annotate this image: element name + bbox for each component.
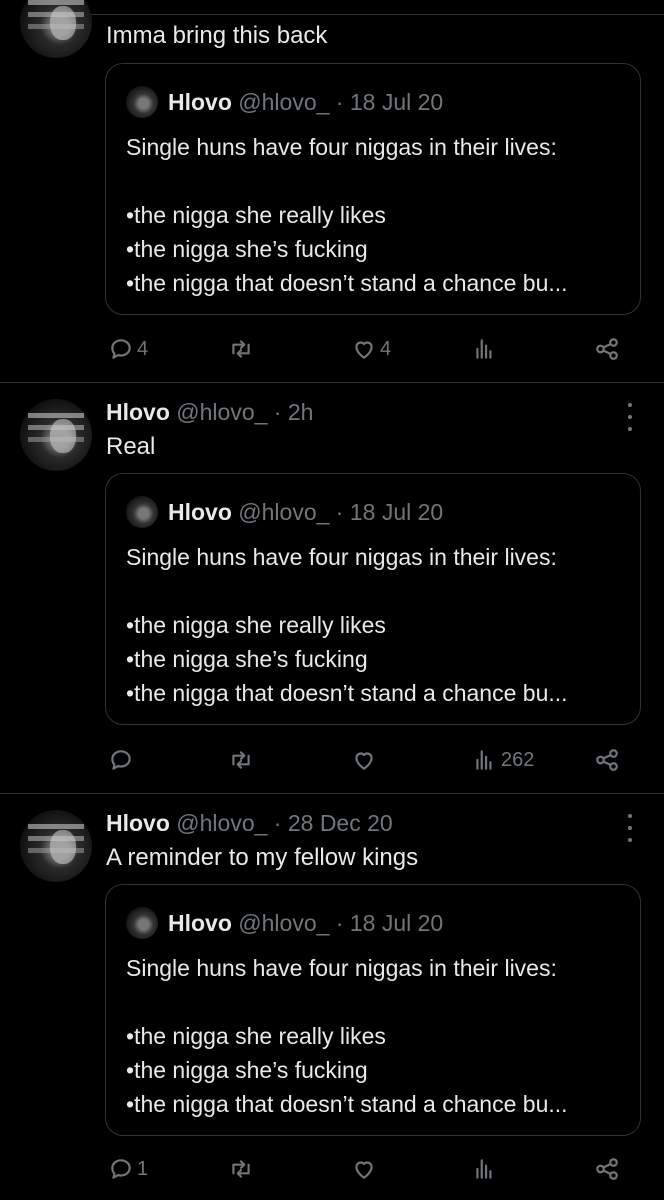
author-name[interactable]: Hlovo [106, 810, 170, 836]
quoted-date: · 18 Jul 20 [335, 88, 444, 115]
reply-button[interactable]: 1 [108, 1152, 148, 1186]
views-icon [476, 750, 492, 770]
quoted-author-name: Hlovo [168, 498, 232, 525]
quoted-header: Hlovo @hlovo_ · 18 Jul 20 [126, 907, 443, 939]
reply-count: 4 [137, 337, 149, 360]
views-icon [476, 1159, 492, 1179]
quoted-tweet[interactable]: Hlovo @hlovo_ · 18 Jul 20 Single huns ha… [105, 473, 641, 725]
timestamp[interactable]: · 2h [274, 399, 314, 425]
retweet-button[interactable] [228, 332, 257, 366]
quoted-date: · 18 Jul 20 [335, 498, 444, 525]
timestamp[interactable]: · 28 Dec 20 [274, 810, 393, 836]
quoted-text: Single huns have four niggas in their li… [126, 955, 568, 1117]
retweet-button[interactable] [228, 1152, 257, 1186]
like-button[interactable]: 4 [351, 332, 391, 366]
quoted-tweet[interactable]: Hlovo @hlovo_ · 18 Jul 20 Single huns ha… [105, 63, 641, 315]
tweet-text: Real [106, 433, 156, 460]
retweet-button[interactable] [228, 743, 257, 777]
avatar[interactable] [20, 399, 92, 471]
heart-icon [355, 752, 373, 770]
tweet[interactable]: Hlovo @hlovo_ · 2h Real Hlovo @hlovo_ · … [0, 383, 664, 793]
retweet-icon [232, 751, 250, 769]
author-name[interactable]: Hlovo [106, 399, 170, 425]
reply-button[interactable]: 4 [108, 332, 148, 366]
retweet-icon [232, 340, 250, 358]
reply-icon [111, 1159, 131, 1179]
quoted-text: Single huns have four niggas in their li… [126, 134, 568, 296]
author-handle[interactable]: @hlovo_ [176, 810, 267, 836]
reply-icon [111, 339, 131, 359]
reply-button[interactable] [108, 743, 137, 777]
views-button[interactable] [472, 1152, 501, 1186]
tweet-header: Hlovo @hlovo_ · 2h [106, 399, 313, 426]
tweet-text: A reminder to my fellow kings [106, 844, 419, 871]
action-bar: 262 [106, 743, 626, 777]
share-icon [596, 749, 618, 771]
share-icon [596, 1158, 618, 1180]
avatar[interactable] [20, 810, 92, 882]
avatar [126, 496, 158, 528]
quoted-text: Single huns have four niggas in their li… [126, 544, 568, 706]
heart-icon [355, 1161, 373, 1179]
views-button[interactable] [472, 332, 501, 366]
quoted-author-name: Hlovo [168, 88, 232, 115]
like-count: 4 [380, 337, 392, 360]
tweet[interactable]: Hlovo @hlovo_ · 28 Dec 20 A reminder to … [0, 794, 664, 1200]
views-count: 262 [501, 748, 535, 771]
quoted-author-handle: @hlovo_ [238, 909, 330, 936]
like-button[interactable] [351, 743, 380, 777]
more-options-button[interactable] [620, 814, 640, 842]
action-bar: 1 [106, 1152, 626, 1186]
retweet-icon [232, 1160, 250, 1178]
tweet-text: Imma bring this back [106, 22, 328, 49]
quoted-author-handle: @hlovo_ [238, 498, 330, 525]
share-button[interactable] [594, 332, 620, 366]
quoted-date: · 18 Jul 20 [335, 909, 444, 936]
views-icon [476, 339, 492, 359]
avatar [126, 907, 158, 939]
share-button[interactable] [594, 1152, 620, 1186]
action-bar: 4 4 [106, 332, 626, 366]
reply-icon [111, 750, 131, 770]
heart-icon [355, 341, 373, 359]
share-icon [596, 338, 618, 360]
avatar [126, 86, 158, 118]
tweet-header: Hlovo @hlovo_ · 28 Dec 20 [106, 810, 393, 837]
share-button[interactable] [594, 743, 620, 777]
like-button[interactable] [351, 1152, 380, 1186]
views-button[interactable]: 262 [472, 743, 534, 777]
more-options-button[interactable] [620, 403, 640, 431]
reply-count: 1 [137, 1157, 149, 1180]
avatar[interactable] [20, 0, 92, 58]
quoted-author-handle: @hlovo_ [238, 88, 330, 115]
quoted-tweet[interactable]: Hlovo @hlovo_ · 18 Jul 20 Single huns ha… [105, 884, 641, 1136]
author-handle[interactable]: @hlovo_ [176, 399, 267, 425]
tweet[interactable]: Imma bring this back Hlovo @hlovo_ · 18 … [0, 0, 664, 382]
quoted-header: Hlovo @hlovo_ · 18 Jul 20 [126, 496, 443, 528]
quoted-author-name: Hlovo [168, 909, 232, 936]
quoted-header: Hlovo @hlovo_ · 18 Jul 20 [126, 86, 443, 118]
